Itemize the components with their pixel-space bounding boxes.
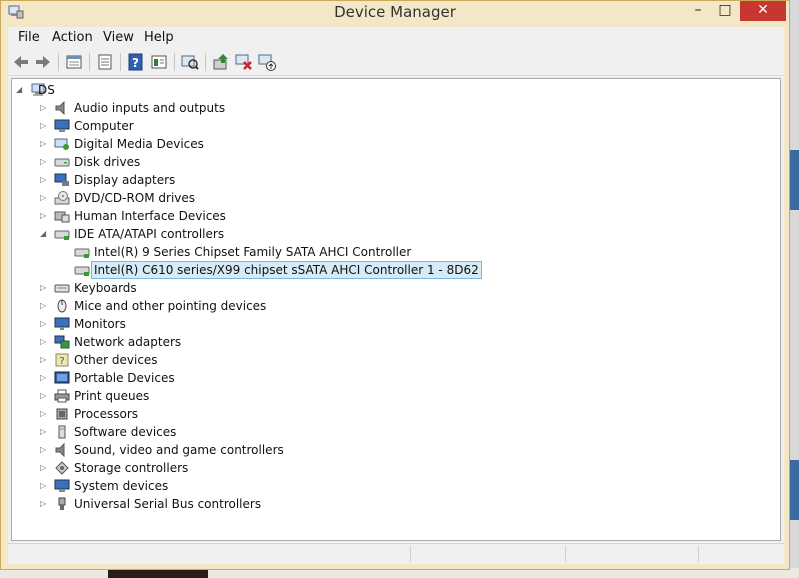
tree-category-label: Monitors xyxy=(74,317,126,331)
expand-arrow-icon[interactable]: ▷ xyxy=(40,297,50,315)
uninstall-icon[interactable] xyxy=(234,52,254,72)
collapse-arrow-icon[interactable]: ◢ xyxy=(16,81,26,99)
tree-category-label: Mice and other pointing devices xyxy=(74,299,267,313)
forward-icon[interactable] xyxy=(33,52,53,72)
show-hidden-icon[interactable] xyxy=(149,52,169,72)
svg-text:?: ? xyxy=(59,356,64,367)
controller-icon xyxy=(74,248,90,258)
media-device-icon xyxy=(54,138,69,150)
expand-arrow-icon[interactable]: ▷ xyxy=(40,207,50,225)
processor-icon xyxy=(56,408,68,420)
tree-category-label: Network adapters xyxy=(74,335,182,349)
storage-controller-icon xyxy=(55,461,69,475)
expand-arrow-icon[interactable]: ▷ xyxy=(40,441,50,459)
minimize-button[interactable]: – xyxy=(685,1,711,21)
window-title: Device Manager xyxy=(334,3,456,21)
list-icon[interactable] xyxy=(95,52,115,72)
expand-arrow-icon[interactable]: ▷ xyxy=(40,117,50,135)
network-icon xyxy=(54,335,70,349)
expand-arrow-icon[interactable]: ▷ xyxy=(40,459,50,477)
tree-category-label: DVD/CD-ROM drives xyxy=(74,191,196,205)
expand-arrow-icon[interactable]: ▷ xyxy=(40,495,50,513)
toolbar: ? xyxy=(8,49,784,76)
help-icon[interactable]: ? xyxy=(126,52,146,72)
software-device-icon xyxy=(58,425,66,439)
expand-arrow-icon[interactable]: ▷ xyxy=(40,315,50,333)
menu-file[interactable]: File xyxy=(18,30,40,45)
menu-view[interactable]: View xyxy=(103,30,134,45)
tree-category-label: Digital Media Devices xyxy=(74,137,204,151)
tree-category-label: Sound, video and game controllers xyxy=(74,443,284,457)
tree-category-label: Audio inputs and outputs xyxy=(74,101,226,115)
other-device-icon: ? xyxy=(55,353,69,367)
tree-category-label: Print queues xyxy=(74,389,150,403)
expand-arrow-icon[interactable]: ▷ xyxy=(40,423,50,441)
maximize-button[interactable]: □ xyxy=(712,1,738,21)
hid-icon xyxy=(54,211,70,223)
properties-icon[interactable] xyxy=(64,52,84,72)
expand-arrow-icon[interactable]: ▷ xyxy=(40,405,50,423)
controller-icon xyxy=(74,266,90,276)
tree-category-label: Display adapters xyxy=(74,173,176,187)
collapse-arrow-icon[interactable]: ◢ xyxy=(40,225,50,243)
tree-device-label: Intel(R) 9 Series Chipset Family SATA AH… xyxy=(94,245,412,259)
dvd-drive-icon xyxy=(54,191,70,205)
keyboard-icon xyxy=(54,284,70,293)
mouse-icon xyxy=(57,299,67,313)
expand-arrow-icon[interactable]: ▷ xyxy=(40,369,50,387)
disk-drive-icon xyxy=(54,158,70,167)
expand-arrow-icon[interactable]: ▷ xyxy=(40,99,50,117)
tree-category-label: Storage controllers xyxy=(74,461,189,475)
tree-category-label: Universal Serial Bus controllers xyxy=(74,497,262,511)
expand-arrow-icon[interactable]: ▷ xyxy=(40,351,50,369)
tree-device-label-selected: Intel(R) C610 series/X99 chipset sSATA A… xyxy=(91,261,482,279)
menu-action[interactable]: Action xyxy=(52,30,93,45)
device-manager-window: Device Manager – □ ✕ File Action View He… xyxy=(0,0,790,570)
sound-icon xyxy=(55,443,65,457)
display-adapter-icon xyxy=(54,173,69,186)
tree-category-label: Disk drives xyxy=(74,155,141,169)
title-bar[interactable]: Device Manager – □ ✕ xyxy=(1,1,789,25)
expand-arrow-icon[interactable]: ▷ xyxy=(40,333,50,351)
tree-category-label: Keyboards xyxy=(74,281,137,295)
menu-help[interactable]: Help xyxy=(144,30,174,45)
svg-text:?: ? xyxy=(132,56,139,70)
tree-category-label: Portable Devices xyxy=(74,371,175,385)
portable-device-icon xyxy=(54,371,70,384)
update-driver-icon[interactable] xyxy=(211,52,231,72)
menu-bar: File Action View Help xyxy=(8,27,784,47)
expand-arrow-icon[interactable]: ▷ xyxy=(40,477,50,495)
tree-category-label: IDE ATA/ATAPI controllers xyxy=(74,227,225,241)
enable-device-icon[interactable] xyxy=(257,52,277,72)
speaker-icon xyxy=(55,101,65,115)
ide-controller-icon xyxy=(54,230,70,240)
usb-icon xyxy=(58,497,66,510)
expand-arrow-icon[interactable]: ▷ xyxy=(40,279,50,297)
system-device-icon xyxy=(54,479,70,492)
tree-category-label: System devices xyxy=(74,479,169,493)
tree-category-label: Computer xyxy=(74,119,134,133)
close-button[interactable]: ✕ xyxy=(740,1,786,21)
expand-arrow-icon[interactable]: ▷ xyxy=(40,153,50,171)
status-bar xyxy=(8,543,784,564)
expand-arrow-icon[interactable]: ▷ xyxy=(40,135,50,153)
device-tree[interactable]: ◢ DS ▷ Audio inputs and outputs ▷ Comput… xyxy=(11,78,781,541)
tree-category-label: Other devices xyxy=(74,353,158,367)
expand-arrow-icon[interactable]: ▷ xyxy=(40,189,50,207)
tree-category-label: Software devices xyxy=(74,425,177,439)
tree-category-label: Processors xyxy=(74,407,139,421)
expand-arrow-icon[interactable]: ▷ xyxy=(40,171,50,189)
desktop-background-right xyxy=(790,0,799,578)
back-icon[interactable] xyxy=(11,52,31,72)
expand-arrow-icon[interactable]: ▷ xyxy=(40,387,50,405)
tree-category-label: Human Interface Devices xyxy=(74,209,226,223)
printer-icon xyxy=(54,389,70,403)
window-client-area: File Action View Help ? ◢ DS ▷ Audio inp… xyxy=(8,27,784,564)
scan-hardware-icon[interactable] xyxy=(180,52,200,72)
monitor-icon xyxy=(54,317,70,330)
computer-icon xyxy=(54,119,70,132)
tree-root-label: DS xyxy=(38,83,55,97)
